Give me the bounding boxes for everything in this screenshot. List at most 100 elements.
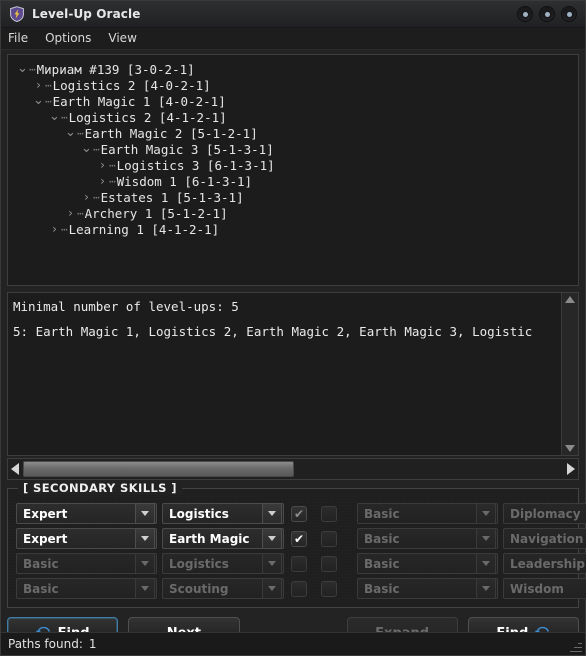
tree-node[interactable]: › ⋯ Archery 1 [5-1-2-1] xyxy=(8,205,578,221)
check-icon: ✔ xyxy=(293,531,305,546)
tree-node[interactable]: › ⋯ Learning 1 [4-1-2-1] xyxy=(8,221,578,237)
tree-connector: ⋯ xyxy=(61,222,68,236)
left-skill-select-2[interactable]: Logistics xyxy=(162,553,284,574)
menu-bar: File Options View xyxy=(1,28,585,50)
chevron-right-icon[interactable]: › xyxy=(32,77,45,93)
left-skill-select-0-value: Logistics xyxy=(169,506,229,521)
caret-glyph xyxy=(268,561,276,566)
results-vertical-scrollbar[interactable] xyxy=(561,293,578,455)
skill-checkbox-b-2[interactable] xyxy=(321,555,337,572)
tree-node-label: Logistics 2 [4-1-2-1] xyxy=(68,109,227,125)
skill-checkbox-b-3[interactable] xyxy=(321,580,337,597)
right-level-select-3[interactable]: Basic xyxy=(357,578,498,599)
horizontal-scroll-thumb[interactable] xyxy=(23,461,294,477)
skill-checkbox-a-2-cell xyxy=(284,555,314,572)
left-level-select-0-value: Expert xyxy=(23,506,68,521)
left-level-select-0[interactable]: Expert xyxy=(16,503,157,524)
skill-checkbox-b-2-cell xyxy=(314,555,344,572)
close-button[interactable] xyxy=(561,6,577,22)
tree-node[interactable]: ⌄ ⋯ Earth Magic 2 [5-1-2-1] xyxy=(8,125,578,141)
right-level-select-2[interactable]: Basic xyxy=(357,553,498,574)
chevron-down-icon[interactable]: ⌄ xyxy=(64,125,77,141)
chevron-right-icon[interactable]: › xyxy=(96,173,109,189)
tree-node[interactable]: › ⋯ Wisdom 1 [6-1-3-1] xyxy=(8,173,578,189)
chevron-down-icon[interactable] xyxy=(262,503,282,524)
right-skill-select-2[interactable]: Leadership xyxy=(503,553,586,574)
minimize-button[interactable] xyxy=(517,6,533,22)
secondary-skill-row: Basic Logistics Basic Leadership xyxy=(16,553,586,574)
tree-connector: ⋯ xyxy=(109,174,116,188)
right-skill-select-0[interactable]: Diplomacy xyxy=(503,503,586,524)
scroll-down-arrow-icon[interactable] xyxy=(565,445,575,452)
tree-node[interactable]: › ⋯ Logistics 3 [6-1-3-1] xyxy=(8,157,578,173)
tree-node[interactable]: › ⋯ Estates 1 [5-1-3-1] xyxy=(8,189,578,205)
scroll-up-arrow-icon[interactable] xyxy=(565,296,575,303)
chevron-down-icon[interactable] xyxy=(135,503,155,524)
tree-node[interactable]: ⌄ ⋯ Earth Magic 3 [5-1-3-1] xyxy=(8,141,578,157)
chevron-down-icon[interactable] xyxy=(476,528,496,549)
right-skill-select-1-value: Navigation xyxy=(510,531,584,546)
chevron-down-icon[interactable] xyxy=(135,528,155,549)
tree-node-label: Earth Magic 3 [5-1-3-1] xyxy=(100,141,274,157)
tree-node-label: Earth Magic 1 [4-0-2-1] xyxy=(52,93,226,109)
result-path-line: 5: Earth Magic 1, Logistics 2, Earth Mag… xyxy=(13,324,533,339)
caret-glyph xyxy=(482,586,490,591)
chevron-down-icon[interactable] xyxy=(476,578,496,599)
chevron-down-icon[interactable] xyxy=(476,553,496,574)
left-skill-select-0[interactable]: Logistics xyxy=(162,503,284,524)
status-count: 1 xyxy=(88,637,97,651)
right-skill-select-3[interactable]: Wisdom xyxy=(503,578,586,599)
chevron-down-icon[interactable] xyxy=(262,553,282,574)
skill-checkbox-a-3[interactable] xyxy=(291,580,307,597)
chevron-down-icon[interactable] xyxy=(262,528,282,549)
right-level-select-0[interactable]: Basic xyxy=(357,503,498,524)
left-skill-select-3[interactable]: Scouting xyxy=(162,578,284,599)
chevron-down-icon[interactable]: ⌄ xyxy=(48,109,61,125)
skill-checkbox-b-1[interactable] xyxy=(321,530,337,547)
tree-node[interactable]: ⌄ ⋯ Earth Magic 1 [4-0-2-1] xyxy=(8,93,578,109)
menu-view[interactable]: View xyxy=(108,29,145,48)
left-level-select-1[interactable]: Expert xyxy=(16,528,157,549)
chevron-down-icon[interactable] xyxy=(476,503,496,524)
tree-node-label: Earth Magic 2 [5-1-2-1] xyxy=(84,125,258,141)
chevron-down-icon[interactable]: ⌄ xyxy=(80,141,93,157)
menu-options[interactable]: Options xyxy=(45,29,100,48)
chevron-down-icon[interactable] xyxy=(135,578,155,599)
skill-checkbox-a-2[interactable] xyxy=(291,555,307,572)
chevron-right-icon[interactable]: › xyxy=(48,221,61,237)
window-controls xyxy=(517,6,577,22)
secondary-skill-row: Basic Scouting Basic Wisdom xyxy=(16,578,586,599)
maximize-button[interactable] xyxy=(539,6,555,22)
right-skill-select-2-value: Leadership xyxy=(510,556,585,571)
resize-grip[interactable] xyxy=(568,639,582,653)
right-skill-select-1[interactable]: Navigation xyxy=(503,528,586,549)
skill-checkbox-a-1[interactable]: ✔ xyxy=(291,530,307,547)
skill-checkbox-b-0[interactable] xyxy=(321,505,337,522)
chevron-right-icon[interactable]: › xyxy=(96,157,109,173)
left-level-select-3[interactable]: Basic xyxy=(16,578,157,599)
right-level-select-1[interactable]: Basic xyxy=(357,528,498,549)
tree-node[interactable]: ⌄ ⋯ Logistics 2 [4-1-2-1] xyxy=(8,109,578,125)
left-level-select-2[interactable]: Basic xyxy=(16,553,157,574)
chevron-down-icon[interactable] xyxy=(262,578,282,599)
results-text-panel[interactable]: Minimal number of level-ups: 5 5: Earth … xyxy=(7,292,579,456)
tree-node[interactable]: ⌄ ⋯ Мириам #139 [3-0-2-1] xyxy=(8,61,578,77)
check-icon: ✔ xyxy=(293,506,305,521)
skill-tree-panel[interactable]: ⌄ ⋯ Мириам #139 [3-0-2-1] › ⋯ Logistics 2 [4-… xyxy=(7,54,579,286)
chevron-right-icon[interactable]: › xyxy=(64,205,77,221)
skill-checkbox-a-0[interactable]: ✔ xyxy=(291,505,307,522)
secondary-skill-row: Expert Logistics ✔ Basic Diplomacy xyxy=(16,503,586,524)
scroll-left-arrow-icon[interactable] xyxy=(11,463,19,475)
scroll-right-arrow-icon[interactable] xyxy=(567,463,575,475)
chevron-right-icon[interactable]: › xyxy=(80,189,93,205)
left-skill-select-1[interactable]: Earth Magic xyxy=(162,528,284,549)
tree-node[interactable]: › ⋯ Logistics 2 [4-0-2-1] xyxy=(8,77,578,93)
chevron-down-icon[interactable]: ⌄ xyxy=(32,93,45,109)
tree-connector: ⋯ xyxy=(93,190,100,204)
tree-node-label: Archery 1 [5-1-2-1] xyxy=(84,205,228,221)
results-horizontal-scrollbar[interactable] xyxy=(7,458,579,480)
menu-file[interactable]: File xyxy=(8,29,37,48)
chevron-down-icon[interactable] xyxy=(135,553,155,574)
chevron-down-icon[interactable]: ⌄ xyxy=(16,61,29,77)
tree-connector: ⋯ xyxy=(77,126,84,140)
